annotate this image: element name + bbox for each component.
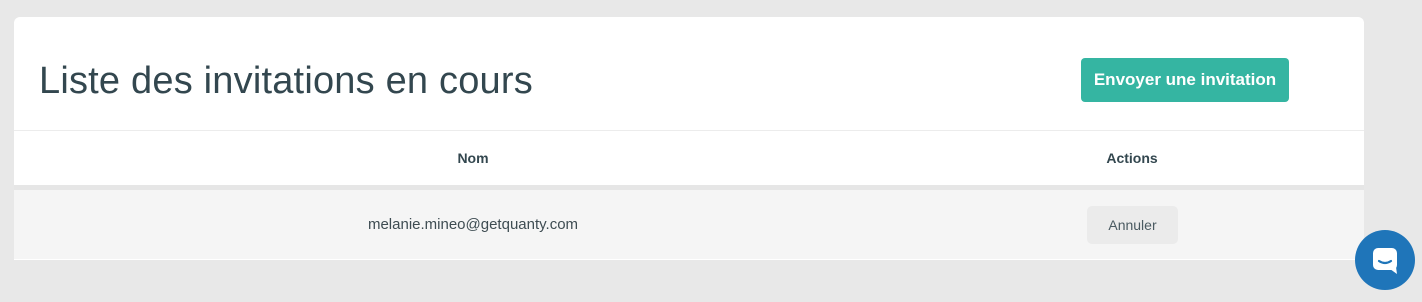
invitation-email: melanie.mineo@getquanty.com xyxy=(367,216,579,233)
card-header: Liste des invitations en cours Envoyer u… xyxy=(14,17,1364,131)
page-title: Liste des invitations en cours xyxy=(39,60,533,102)
table-header: Nom Actions xyxy=(14,131,1364,190)
chat-launcher-button[interactable] xyxy=(1355,230,1415,290)
invitations-card: Liste des invitations en cours Envoyer u… xyxy=(14,17,1364,260)
cancel-invitation-button[interactable]: Annuler xyxy=(1087,206,1178,244)
column-header-name: Nom xyxy=(457,150,489,166)
chat-bubble-icon xyxy=(1373,248,1397,274)
column-header-actions: Actions xyxy=(1106,150,1158,166)
table-row: melanie.mineo@getquanty.com Annuler xyxy=(14,190,1364,259)
send-invitation-button[interactable]: Envoyer une invitation xyxy=(1081,58,1289,102)
